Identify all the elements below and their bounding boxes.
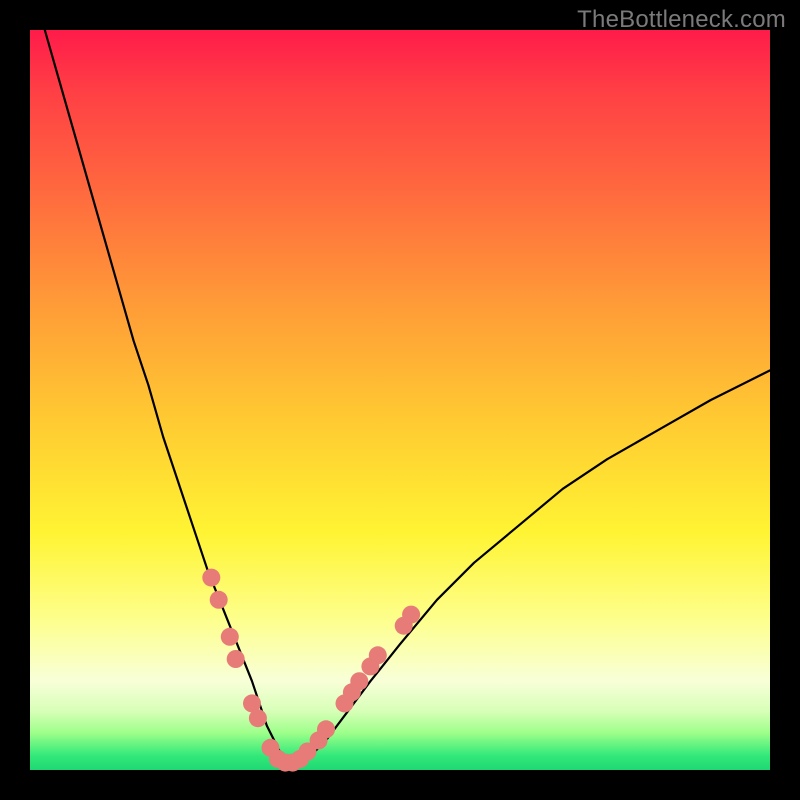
marker-dot xyxy=(221,628,239,646)
marker-dot xyxy=(317,720,335,738)
bottleneck-curve xyxy=(45,30,770,763)
marker-dot xyxy=(202,569,220,587)
marker-dot xyxy=(249,709,267,727)
marker-dot xyxy=(227,650,245,668)
outer-frame: TheBottleneck.com xyxy=(0,0,800,800)
marker-dot xyxy=(350,672,368,690)
curve-path xyxy=(45,30,770,763)
plot-area xyxy=(30,30,770,770)
marker-dot xyxy=(402,606,420,624)
watermark-text: TheBottleneck.com xyxy=(577,6,786,34)
highlight-markers xyxy=(202,569,420,772)
marker-dot xyxy=(210,591,228,609)
curve-svg xyxy=(30,30,770,770)
marker-dot xyxy=(369,646,387,664)
